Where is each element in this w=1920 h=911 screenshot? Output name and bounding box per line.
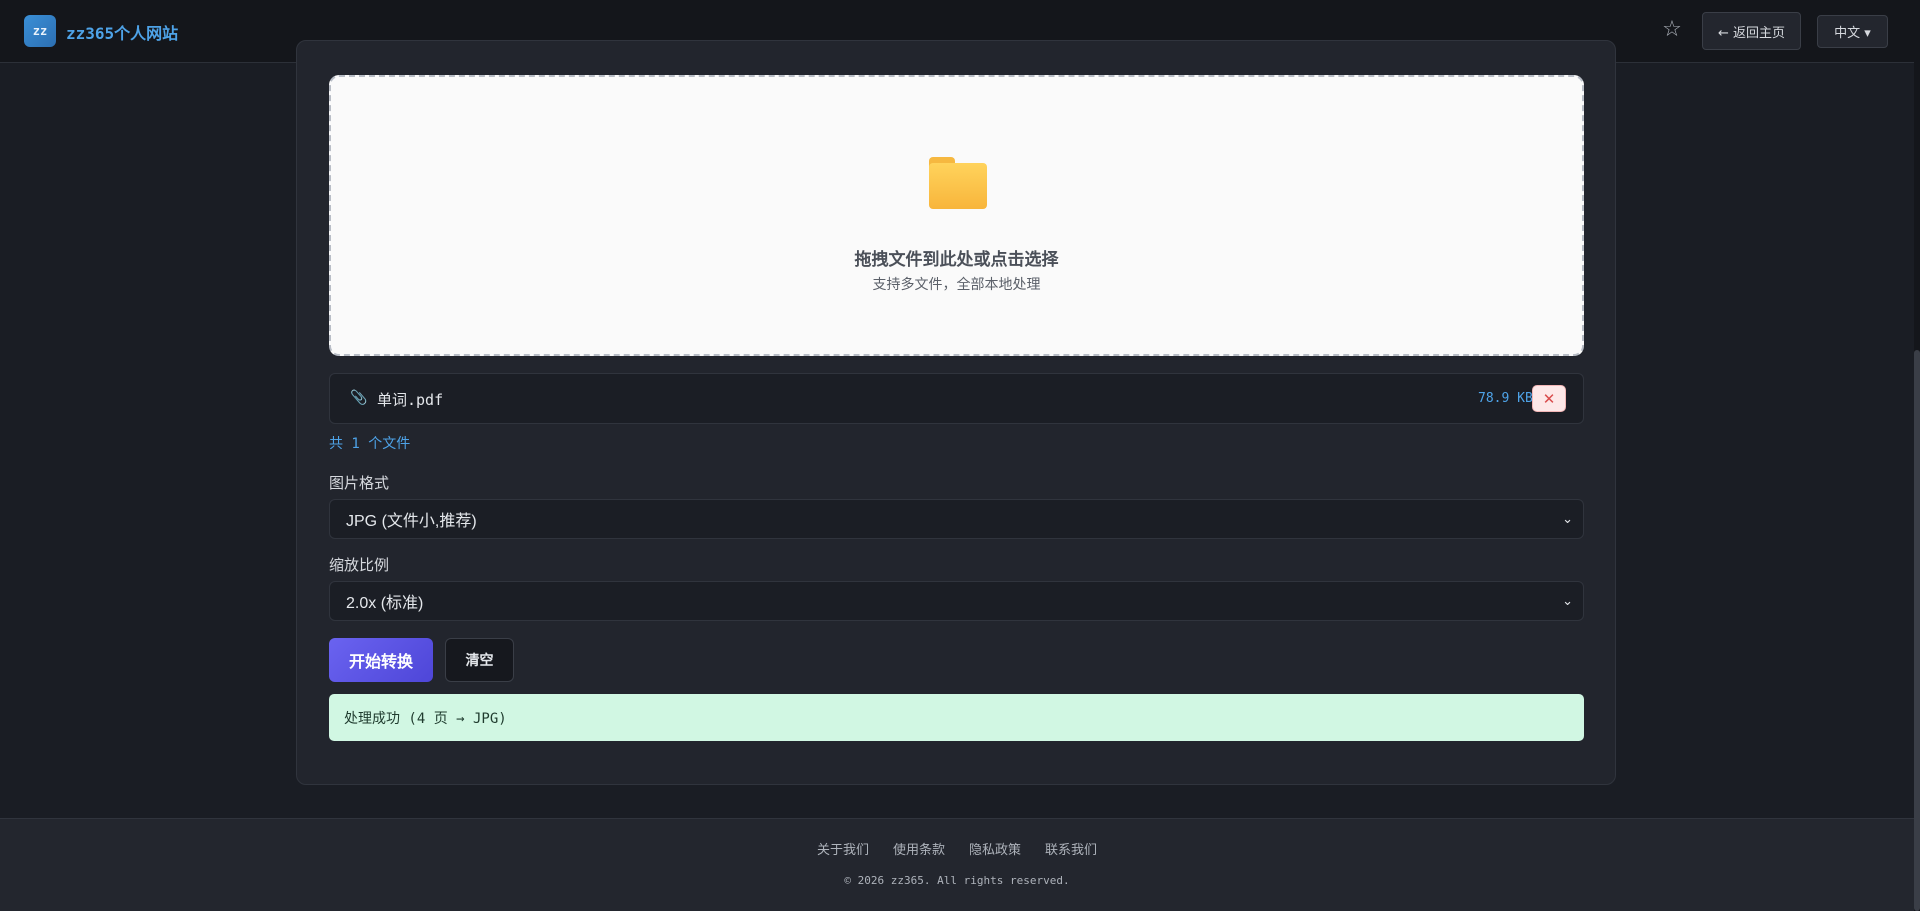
clear-button[interactable]: 清空	[445, 638, 514, 682]
site-title[interactable]: zz365个人网站	[66, 20, 178, 44]
footer-link-contact[interactable]: 联系我们	[1045, 839, 1097, 858]
scale-select-value: 2.0x (标准)	[346, 595, 424, 612]
scale-label: 缩放比例	[329, 556, 390, 574]
back-home-button[interactable]: ← 返回主页	[1702, 12, 1801, 50]
close-icon: ✕	[1542, 389, 1556, 408]
page-footer: 关于我们 使用条款 隐私政策 联系我们 © 2026 zz365. All ri…	[0, 818, 1914, 911]
format-select[interactable]: JPG (文件小,推荐) ⌄	[329, 499, 1584, 539]
scrollbar-thumb[interactable]	[1914, 350, 1920, 911]
footer-link-privacy[interactable]: 隐私政策	[969, 839, 1021, 858]
paperclip-icon: 📎	[350, 390, 368, 406]
footer-link-about[interactable]: 关于我们	[817, 839, 869, 858]
site-logo[interactable]: zz	[24, 15, 56, 47]
language-select[interactable]: 中文 ▾	[1817, 15, 1888, 48]
format-label: 图片格式	[329, 474, 390, 492]
dropzone-subtitle: 支持多文件，全部本地处理	[872, 277, 1041, 293]
footer-links: 关于我们 使用条款 隐私政策 联系我们	[0, 839, 1914, 858]
file-list-item: 📎 单词.pdf 78.9 KB ✕	[329, 373, 1584, 424]
folder-icon	[929, 157, 987, 209]
copyright: © 2026 zz365. All rights reserved.	[844, 874, 1070, 887]
favorite-star-icon[interactable]: ☆	[1658, 16, 1686, 44]
file-count: 共 1 个文件	[329, 436, 411, 452]
file-size: 78.9 KB	[1478, 391, 1533, 406]
file-name: 单词.pdf	[377, 391, 444, 409]
file-dropzone[interactable]: 拖拽文件到此处或点击选择 支持多文件，全部本地处理	[329, 75, 1584, 356]
dropzone-title: 拖拽文件到此处或点击选择	[854, 250, 1059, 270]
remove-file-button[interactable]: ✕	[1532, 385, 1566, 412]
chevron-down-icon: ⌄	[1562, 511, 1573, 526]
start-convert-button[interactable]: 开始转换	[329, 638, 433, 682]
format-select-value: JPG (文件小,推荐)	[346, 513, 477, 530]
chevron-down-icon: ⌄	[1562, 593, 1573, 608]
status-message: 处理成功 (4 页 → JPG)	[329, 694, 1584, 741]
status-text: 处理成功 (4 页 → JPG)	[344, 710, 507, 727]
scale-select[interactable]: 2.0x (标准) ⌄	[329, 581, 1584, 621]
footer-link-terms[interactable]: 使用条款	[893, 839, 945, 858]
